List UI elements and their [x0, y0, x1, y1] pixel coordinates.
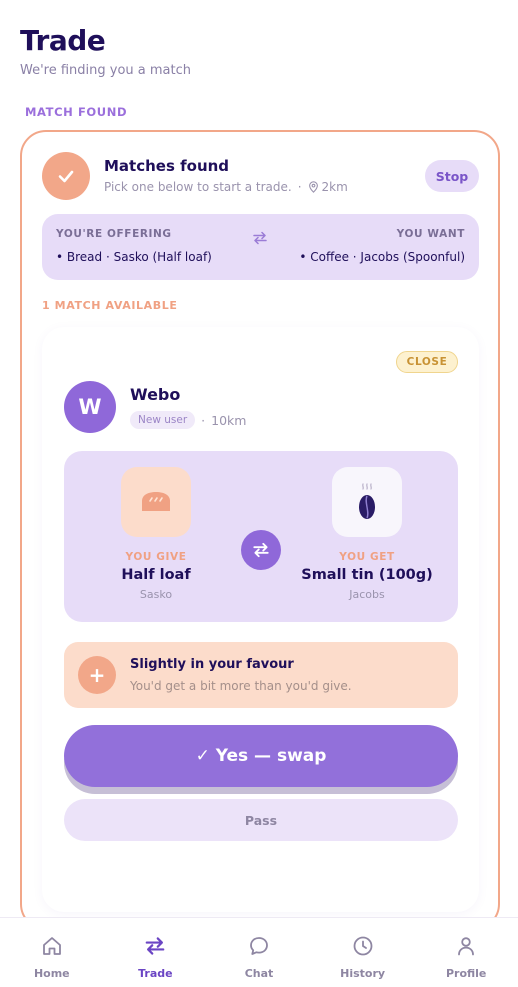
location-pin-icon: [308, 181, 319, 193]
trade-summary: YOU'RE OFFERING • Bread · Sasko (Half lo…: [42, 214, 479, 280]
new-user-badge: New user: [130, 411, 196, 429]
nav-home-label: Home: [33, 967, 70, 980]
nav-history-label: History: [340, 967, 386, 980]
separator-dot: ·: [297, 180, 302, 194]
stop-button[interactable]: Stop: [425, 160, 479, 192]
match-card: CLOSE W Webo New user · 10km YOU GIVE Ha…: [42, 327, 479, 912]
swap-arrows-icon: [252, 230, 268, 249]
offering-label: YOU'RE OFFERING: [56, 228, 172, 240]
status-title: Matches found: [104, 157, 230, 175]
bottom-nav: Home Trade Chat History Profile: [0, 917, 518, 987]
user-distance: 10km: [211, 412, 247, 428]
nav-history[interactable]: History: [311, 918, 415, 987]
want-item: • Coffee · Jacobs (Spoonful): [299, 250, 465, 264]
nav-chat[interactable]: Chat: [207, 918, 311, 987]
page-title: Trade: [20, 24, 106, 57]
avatar: W: [64, 381, 116, 433]
yes-swap-button[interactable]: ✓ Yes — swap: [64, 725, 458, 787]
bread-icon: [121, 467, 191, 537]
status-detail-text: Pick one below to start a trade.: [104, 180, 292, 194]
get-brand: Jacobs: [349, 588, 385, 601]
match-panel: Matches found Pick one below to start a …: [20, 130, 500, 930]
plus-icon: +: [78, 656, 116, 694]
offering-item: • Bread · Sasko (Half loaf): [56, 250, 212, 264]
fairness-detail: You'd get a bit more than you'd give.: [130, 679, 352, 693]
give-item: Half loaf: [121, 567, 191, 583]
swap-icon: [144, 935, 166, 961]
user-name: Webo: [130, 385, 181, 404]
fairness-title: Slightly in your favour: [130, 657, 294, 672]
chat-icon: [248, 935, 270, 961]
get-role-label: YOU GET: [339, 551, 395, 563]
trade-panel: YOU GIVE Half loaf Sasko YOU GET Small t…: [64, 451, 458, 622]
coffee-bean-icon: [332, 467, 402, 537]
close-button[interactable]: CLOSE: [396, 351, 458, 373]
page-subtitle: We're finding you a match: [20, 63, 191, 78]
status-detail: Pick one below to start a trade. · 2km: [104, 180, 348, 194]
home-icon: [41, 935, 63, 961]
give-column: YOU GIVE Half loaf Sasko: [76, 467, 236, 601]
section-label: MATCH FOUND: [25, 105, 128, 119]
give-brand: Sasko: [139, 588, 173, 601]
get-column: YOU GET Small tin (100g) Jacobs: [287, 467, 447, 601]
nav-trade[interactable]: Trade: [104, 918, 208, 987]
check-icon: [42, 152, 90, 200]
nav-profile-label: Profile: [445, 967, 487, 980]
status-distance: 2km: [321, 180, 348, 194]
user-icon: [455, 935, 477, 961]
give-role-label: YOU GIVE: [125, 551, 187, 563]
nav-trade-label: Trade: [138, 967, 173, 980]
clock-icon: [352, 935, 374, 961]
nav-chat-label: Chat: [244, 967, 274, 980]
user-meta: New user · 10km: [130, 411, 246, 429]
pass-button[interactable]: Pass: [64, 799, 458, 841]
get-item: Small tin (100g): [301, 567, 433, 583]
matches-available-label: 1 MATCH AVAILABLE: [42, 299, 178, 312]
want-label: YOU WANT: [396, 228, 465, 240]
nav-home[interactable]: Home: [0, 918, 104, 987]
nav-profile[interactable]: Profile: [414, 918, 518, 987]
fairness-indicator: + Slightly in your favour You'd get a bi…: [64, 642, 458, 708]
swap-icon: [241, 530, 281, 570]
separator-dot: ·: [201, 412, 206, 428]
